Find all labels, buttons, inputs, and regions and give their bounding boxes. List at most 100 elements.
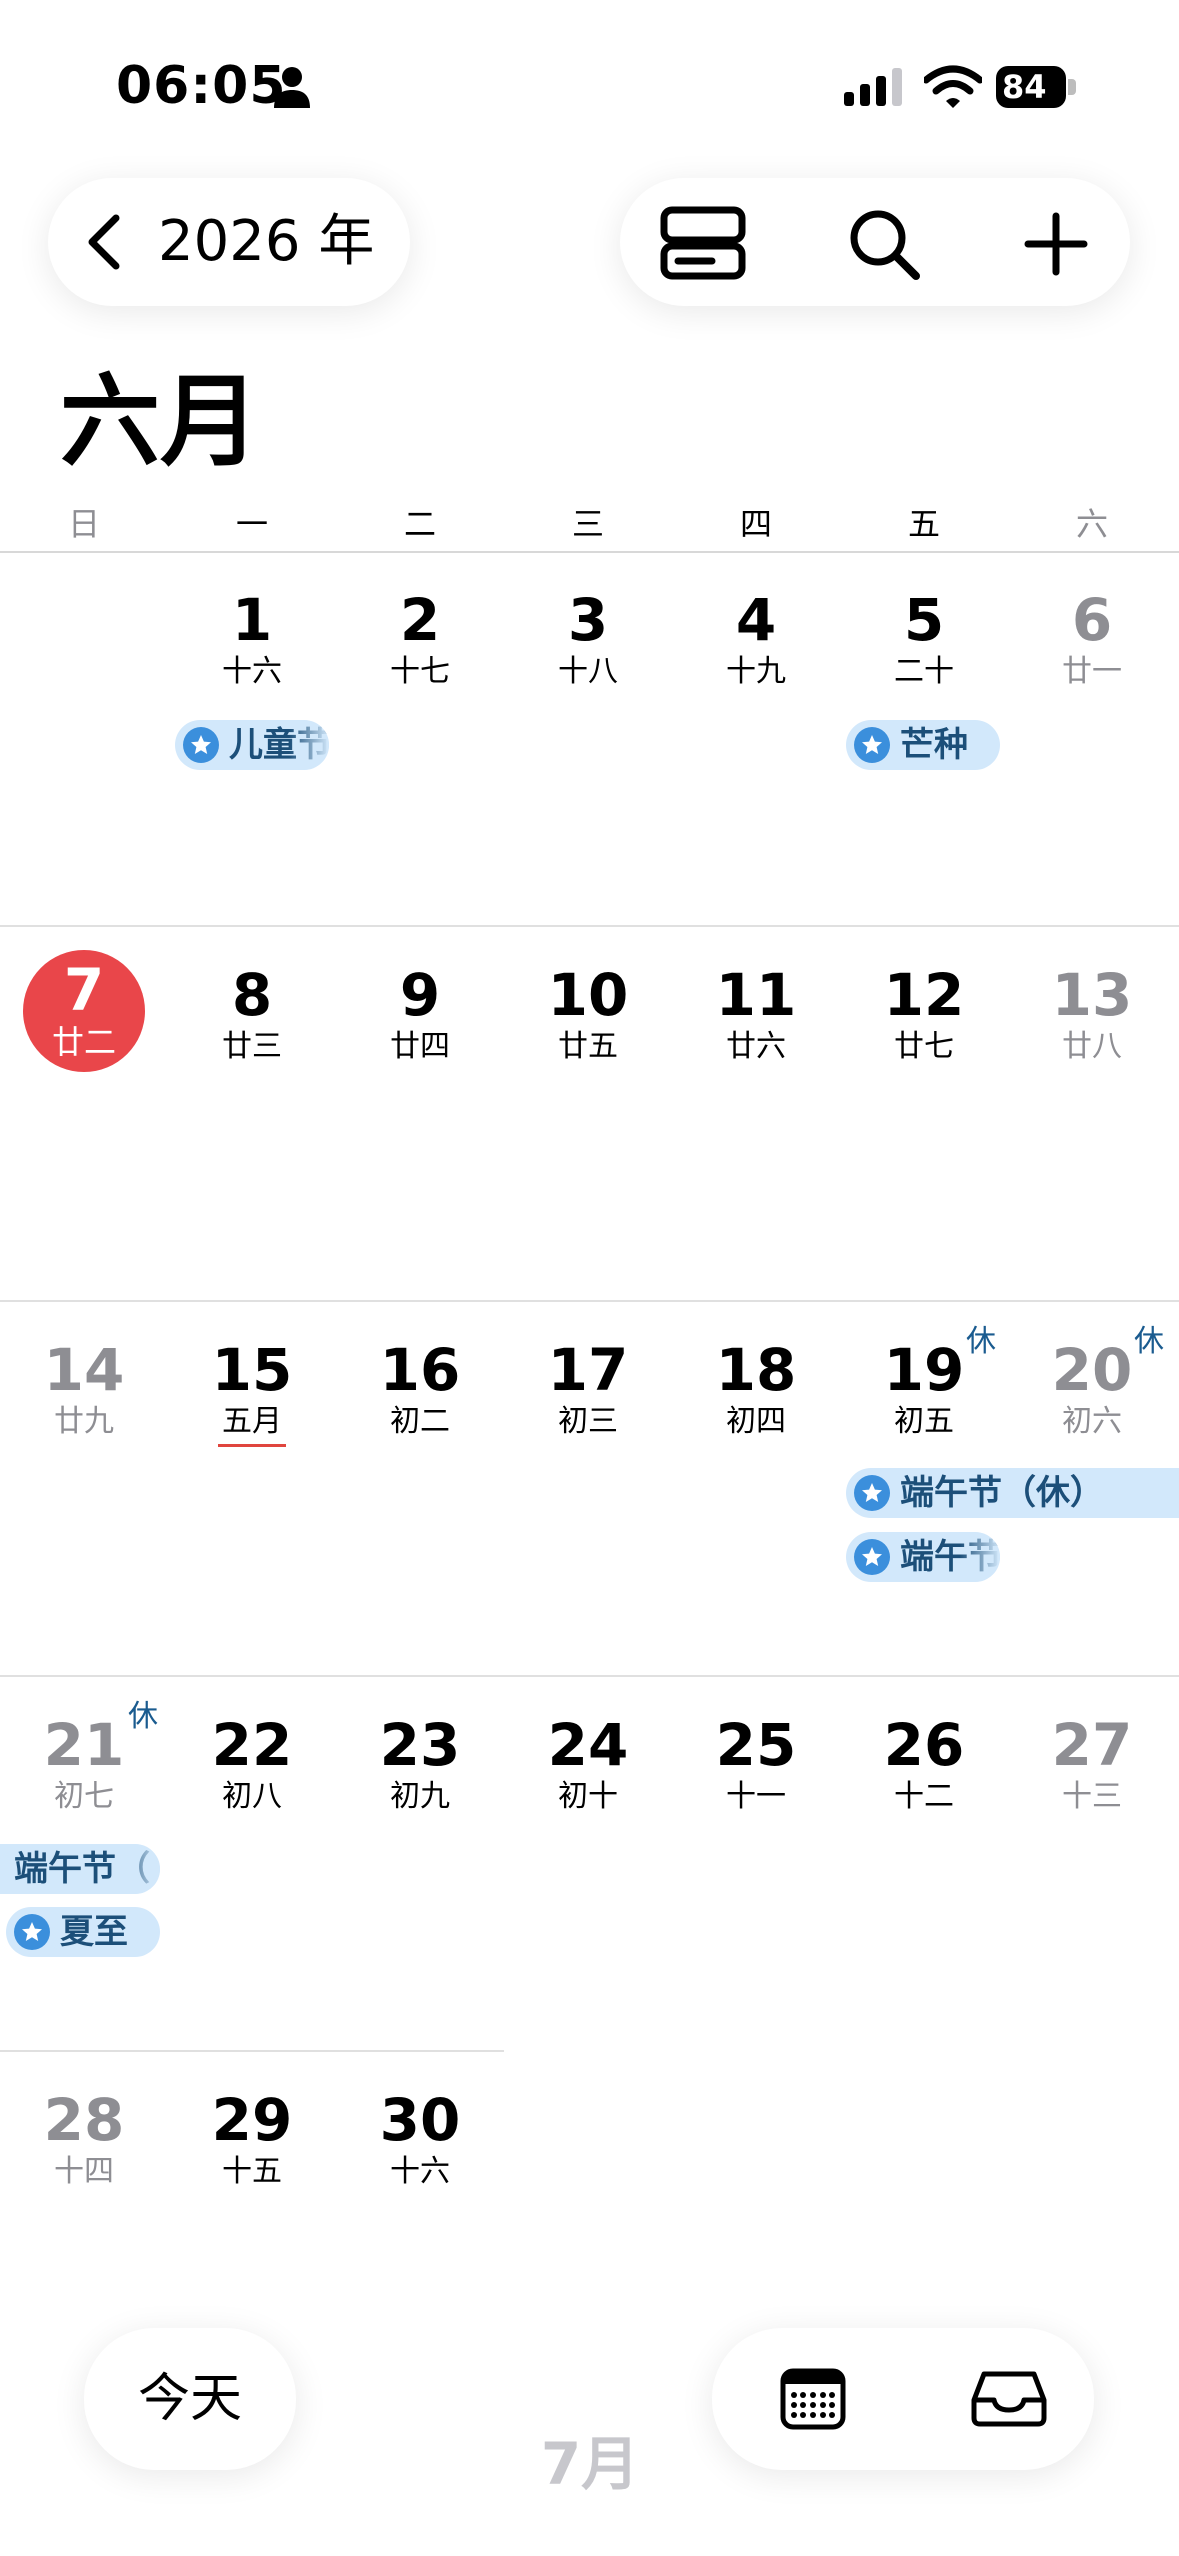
chevron-left-icon [88,214,120,270]
weekday-tue: 二 [403,505,436,543]
event-grain-in-ear[interactable]: 芒种 [846,720,1000,770]
star-icon [854,1539,890,1575]
day-cell[interactable]: 24 初十 [504,1713,672,1815]
lunar-month-underline [218,1444,286,1447]
event-title: 芒种 [900,725,968,765]
day-cell[interactable]: 30 十六 [336,2088,504,2190]
rest-day-mark: 休 [966,1324,996,1359]
lunar-date: 廿六 [726,1029,786,1064]
day-number: 30 [379,2086,461,2154]
today-day-cell[interactable]: 7 廿二 [23,950,145,1072]
event-dragon-boat[interactable]: 端午节 [846,1532,1000,1582]
lunar-date: 廿三 [222,1029,282,1064]
lunar-date: 廿九 [54,1404,114,1439]
lunar-date: 廿八 [1062,1029,1122,1064]
event-dragon-boat-rest[interactable]: 端午节（休） [846,1468,1179,1518]
toolbar [620,178,1130,306]
star-icon [183,727,219,763]
day-number: 29 [211,2086,293,2154]
day-number: 6 [1071,586,1113,654]
day-number: 1 [231,586,273,654]
weekday-mon: 一 [235,505,268,543]
day-cell[interactable]: 28 十四 [0,2088,168,2190]
day-number: 2 [399,586,441,654]
day-cell[interactable]: 10 廿五 [504,963,672,1065]
day-number: 17 [547,1336,629,1404]
day-cell[interactable]: 2 十七 [336,588,504,690]
fade-overlay [120,1844,160,1894]
day-number: 7 [63,956,105,1024]
event-childrens-day[interactable]: 儿童节 [175,720,329,770]
day-number: 12 [883,961,965,1029]
day-cell[interactable]: 4 十九 [672,588,840,690]
lunar-date: 廿二 [51,1023,116,1061]
signal-icon [844,68,902,106]
day-cell[interactable]: 15 五月 [168,1338,336,1447]
day-cell[interactable]: 8 廿三 [168,963,336,1065]
day-number: 26 [883,1711,965,1779]
calendar-icon[interactable] [780,2368,846,2430]
bottom-toolbar [712,2328,1094,2470]
day-cell[interactable]: 9 廿四 [336,963,504,1065]
rest-day-mark: 休 [128,1699,158,1734]
weekday-divider [0,551,1179,553]
day-cell[interactable]: 12 廿七 [840,963,1008,1065]
lunar-date: 十九 [726,654,786,689]
day-cell[interactable]: 16 初二 [336,1338,504,1440]
lunar-date: 十三 [1062,1779,1122,1814]
day-cell[interactable]: 26 十二 [840,1713,1008,1815]
week-divider [0,2050,504,2052]
lunar-date: 五月 [222,1404,282,1439]
day-cell[interactable]: 3 十八 [504,588,672,690]
day-cell[interactable]: 17 初三 [504,1338,672,1440]
day-number: 13 [1051,961,1133,1029]
lunar-date: 初八 [222,1779,282,1814]
lunar-date: 廿五 [558,1029,618,1064]
rest-day-mark: 休 [1134,1324,1164,1359]
day-number: 27 [1051,1711,1133,1779]
day-number: 25 [715,1711,797,1779]
day-cell[interactable]: 23 初九 [336,1713,504,1815]
back-to-year-button[interactable]: 2026 年 [48,178,410,306]
day-number: 18 [715,1336,797,1404]
fade-overlay [960,1532,1000,1582]
day-number: 15 [211,1336,293,1404]
day-number: 14 [43,1336,125,1404]
day-cell[interactable]: 22 初八 [168,1713,336,1815]
day-cell[interactable]: 25 十一 [672,1713,840,1815]
lunar-date: 初四 [726,1404,786,1439]
weekday-wed: 三 [571,505,604,543]
weekday-sat: 六 [1075,505,1108,543]
day-cell[interactable]: 14 廿九 [0,1338,168,1440]
event-summer-solstice[interactable]: 夏至 [6,1907,160,1957]
day-number: 23 [379,1711,461,1779]
lunar-date: 廿七 [894,1029,954,1064]
inbox-icon[interactable] [970,2370,1048,2428]
search-icon[interactable] [848,208,920,280]
lunar-date: 初九 [390,1779,450,1814]
event-dragon-boat-cont[interactable]: 端午节（ [0,1844,160,1894]
lunar-date: 十五 [222,2154,282,2189]
weekday-thu: 四 [739,505,772,543]
lunar-date: 十四 [54,2154,114,2189]
day-cell[interactable]: 13 廿八 [1008,963,1176,1065]
day-cell[interactable]: 6 廿一 [1008,588,1176,690]
day-cell[interactable]: 29 十五 [168,2088,336,2190]
lunar-date: 初三 [558,1404,618,1439]
day-cell[interactable]: 11 廿六 [672,963,840,1065]
day-cell[interactable]: 1 十六 [168,588,336,690]
next-month-label: 7月 [540,2430,640,2498]
day-cell[interactable]: 5 二十 [840,588,1008,690]
lunar-date: 初七 [54,1779,114,1814]
day-cell[interactable]: 27 十三 [1008,1713,1176,1815]
lunar-date: 二十 [894,654,954,689]
list-view-icon[interactable] [660,206,746,280]
lunar-date: 初二 [390,1404,450,1439]
add-event-icon[interactable] [1024,212,1088,276]
day-number: 22 [211,1711,293,1779]
day-number: 28 [43,2086,125,2154]
week-divider [0,1675,1179,1677]
day-number: 5 [903,586,945,654]
today-button[interactable]: 今天 [84,2328,296,2470]
day-cell[interactable]: 18 初四 [672,1338,840,1440]
